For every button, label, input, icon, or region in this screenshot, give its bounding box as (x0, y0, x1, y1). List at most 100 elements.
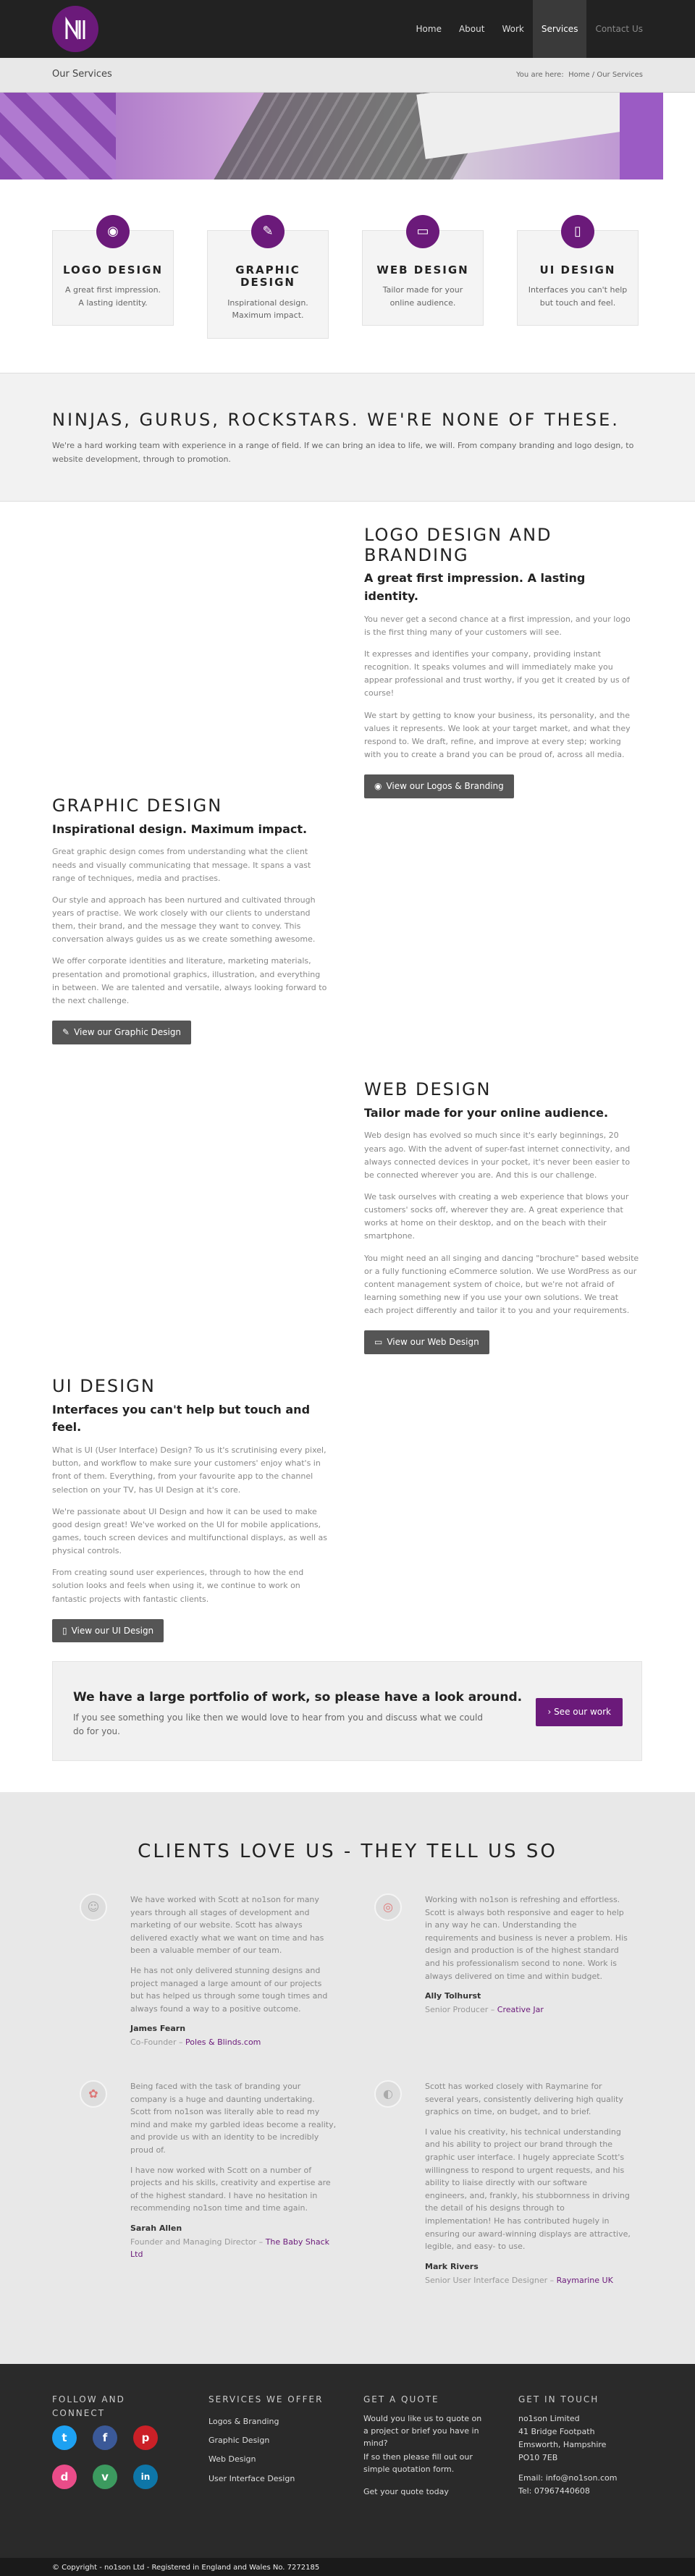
testimonial: ◐ Scott has worked closely with Raymarin… (374, 2080, 631, 2286)
footer-quote: GET A QUOTE Would you like us to quote o… (363, 2393, 486, 2501)
footer-link[interactable]: User Interface Design (208, 2470, 332, 2488)
section-subtitle: Tailor made for your online audience. (364, 1105, 609, 1120)
company-link[interactable]: Poles & Blinds.com (185, 2037, 261, 2047)
footer-contact: GET IN TOUCH no1son Limited 41 Bridge Fo… (518, 2393, 641, 2505)
section-title: UI DESIGN (52, 1376, 156, 1396)
breadcrumb-home[interactable]: Home (568, 71, 590, 79)
breadcrumb-current: Our Services (597, 70, 643, 79)
address-line: no1son Limited (518, 2413, 580, 2423)
testimonial-name: Sarah Allen (130, 2223, 182, 2233)
service-title: LOGO DESIGN (62, 263, 163, 276)
testimonial-role: Founder and Managing Director – The Baby… (130, 2236, 337, 2260)
company-link[interactable]: Creative Jar (497, 2005, 544, 2014)
phone-icon: ▯ (62, 1625, 67, 1636)
testimonials-section: CLIENTS LOVE US - THEY TELL US SO ☺ We h… (0, 1792, 695, 2364)
quote-text: Would you like us to quote on a project … (363, 2413, 482, 2448)
avatar: ✿ (80, 2080, 107, 2108)
nav-work[interactable]: Work (493, 0, 532, 58)
section-title: GRAPHIC DESIGN (52, 795, 223, 816)
contact-details: Email: info@no1son.com Tel: 07967440608 (518, 2472, 641, 2498)
service-title: UI DESIGN (539, 263, 616, 276)
hero-stripes (0, 93, 116, 180)
linkedin-icon[interactable]: in (133, 2465, 158, 2490)
main-nav: Home About Work Services Contact Us (408, 0, 652, 58)
nav-about[interactable]: About (450, 0, 493, 58)
company-link[interactable]: Raymarine UK (557, 2276, 613, 2285)
arrow-icon: › (547, 1707, 555, 1717)
testimonial-text: Being faced with the task of branding yo… (130, 2082, 337, 2155)
service-text: Tailor made for your online audience. (382, 285, 463, 308)
section-paragraph: What is UI (User Interface) Design? To u… (52, 1445, 327, 1495)
pinterest-icon[interactable]: p (133, 2425, 158, 2451)
testimonial-text: I have now worked with Scott on a number… (130, 2165, 331, 2213)
services-section: ◉ LOGO DESIGN A great first impression. … (0, 180, 695, 373)
footer-heading: GET A QUOTE (363, 2394, 439, 2404)
site-header: Home About Work Services Contact Us (0, 0, 695, 58)
section-paragraph: You might need an all singing and dancin… (364, 1253, 639, 1316)
pen-icon: ✎ (251, 215, 285, 248)
view-graphic-button[interactable]: ✎ View our Graphic Design (52, 1020, 192, 1044)
monitor-icon: ▭ (374, 1337, 383, 1348)
section-paragraph: We task ourselves with creating a web ex… (364, 1191, 629, 1241)
quote-link[interactable]: Get your quote today (363, 2483, 486, 2501)
footer-link[interactable]: Graphic Design (208, 2431, 332, 2450)
pen-icon: ✎ (62, 1026, 70, 1037)
nav-contact[interactable]: Contact Us (586, 0, 652, 58)
avatar: ◐ (374, 2080, 402, 2108)
intro-section: NINJAS, GURUS, ROCKSTARS. WE'RE NONE OF … (0, 373, 695, 502)
dribbble-icon[interactable]: d (52, 2465, 77, 2490)
ui-design-section: UI DESIGN Interfaces you can't help but … (52, 1376, 328, 1643)
address-line: 41 Bridge Footpath (518, 2426, 595, 2436)
service-text: Inspirational design. Maximum impact. (227, 297, 308, 321)
breadcrumb: You are here: Home / Our Services (516, 70, 643, 79)
footer-link[interactable]: Web Design (208, 2450, 332, 2469)
section-title: WEB DESIGN (364, 1079, 492, 1099)
section-paragraph: From creating sound user experiences, th… (52, 1568, 304, 1604)
service-title: WEB DESIGN (376, 263, 469, 276)
section-paragraph: We start by getting to know your busines… (364, 710, 631, 760)
view-logos-button[interactable]: ◉ View our Logos & Branding (364, 774, 514, 798)
twitter-icon[interactable]: t (52, 2425, 77, 2451)
role-text: Senior Producer – (425, 2005, 495, 2015)
button-label: View our Graphic Design (74, 1026, 182, 1037)
address-line: Emsworth, Hampshire (518, 2439, 607, 2449)
testimonial-text: Working with no1son is refreshing and ef… (425, 1895, 628, 1981)
section-paragraph: Our style and approach has been nurtured… (52, 895, 316, 945)
button-label: See our work (554, 1707, 611, 1717)
site-footer: FOLLOW AND CONNECT t f p d v in SERVICES… (0, 2364, 695, 2558)
vimeo-icon[interactable]: v (93, 2465, 117, 2490)
copyright-text: © Copyright - no1son Ltd - Registered in… (52, 2564, 320, 2572)
see-work-button[interactable]: › See our work (536, 1698, 623, 1726)
nav-services[interactable]: Services (532, 0, 587, 58)
eye-icon: ◉ (96, 215, 130, 248)
eye-icon: ◉ (374, 781, 382, 792)
nav-home[interactable]: Home (408, 0, 450, 58)
service-card-web[interactable]: ▭ WEB DESIGN Tailor made for your online… (362, 215, 484, 326)
footer-link[interactable]: Logos & Branding (208, 2412, 332, 2431)
button-label: View our Logos & Branding (386, 781, 504, 792)
intro-title: NINJAS, GURUS, ROCKSTARS. WE'RE NONE OF … (52, 410, 620, 430)
testimonial-text: We have worked with Scott at no1son for … (130, 1895, 324, 1956)
email-link[interactable]: Email: info@no1son.com (518, 2473, 617, 2483)
section-paragraph: We offer corporate identities and litera… (52, 956, 327, 1005)
testimonial-role: Co-Founder – Poles & Blinds.com (130, 2036, 337, 2048)
view-ui-button[interactable]: ▯ View our UI Design (52, 1618, 164, 1643)
logo[interactable] (52, 6, 98, 52)
avatar: ☺ (80, 1893, 107, 1921)
testimonial-role: Senior User Interface Designer – Raymari… (425, 2274, 631, 2286)
footer-services: SERVICES WE OFFER Logos & Branding Graph… (208, 2393, 332, 2488)
section-subtitle: Inspirational design. Maximum impact. (52, 822, 308, 836)
address: no1son Limited 41 Bridge Footpath Emswor… (518, 2412, 641, 2465)
footer-follow: FOLLOW AND CONNECT t f p d v in (52, 2393, 161, 2490)
footer-heading: FOLLOW AND CONNECT (52, 2394, 125, 2418)
section-paragraph: We're passionate about UI Design and how… (52, 1506, 328, 1556)
cta-text: If you see something you like then we wo… (73, 1713, 483, 1736)
role-text: Co-Founder – (130, 2037, 183, 2048)
facebook-icon[interactable]: f (93, 2425, 117, 2451)
view-web-button[interactable]: ▭ View our Web Design (364, 1330, 489, 1354)
service-card-graphic[interactable]: ✎ GRAPHIC DESIGN Inspirational design. M… (207, 215, 329, 339)
testimonial-name: Mark Rivers (425, 2261, 479, 2271)
hero-edge (620, 93, 663, 180)
service-card-logo[interactable]: ◉ LOGO DESIGN A great first impression. … (52, 215, 174, 326)
service-card-ui[interactable]: ▯ UI DESIGN Interfaces you can't help bu… (517, 215, 639, 326)
